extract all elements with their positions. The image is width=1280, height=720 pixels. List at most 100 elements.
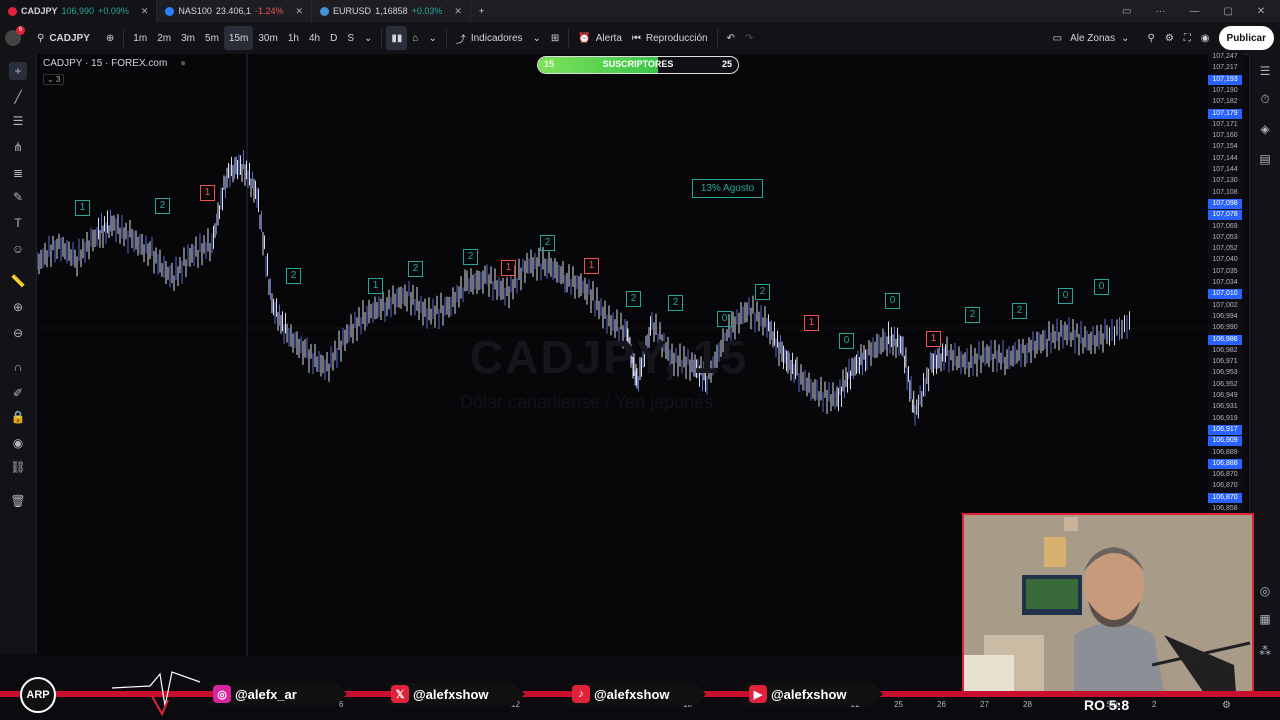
emoji-icon[interactable]: ☺ xyxy=(9,240,27,258)
lock-icon[interactable]: 🔒 xyxy=(9,408,27,426)
price-tick: 107,053 xyxy=(1212,233,1238,241)
screen-icon[interactable]: ▭ xyxy=(1122,6,1131,17)
magnet-icon[interactable]: ∩ xyxy=(9,358,27,376)
eye-icon[interactable]: ◉ xyxy=(9,434,27,452)
pitchfork-icon[interactable]: ⋔ xyxy=(9,138,27,156)
price-tick: 106,870 xyxy=(1212,471,1238,479)
interval-15m[interactable]: 15m xyxy=(223,26,254,50)
price-tick: 106,986 xyxy=(1208,334,1242,345)
wave-label: 2 xyxy=(626,291,641,307)
indicators-button[interactable]: ⤴ Indicadores xyxy=(451,26,528,50)
collapse-toggle[interactable]: ⌄ 3 xyxy=(43,74,65,85)
tab-cadjpy[interactable]: CADJPY 106,990 +0.09% ✕ xyxy=(0,0,158,22)
price-tick: 107,052 xyxy=(1212,245,1238,253)
interval-D[interactable]: D xyxy=(325,26,342,50)
interval-4h[interactable]: 4h xyxy=(304,26,325,50)
interval-1h[interactable]: 1h xyxy=(283,26,304,50)
social-youtube[interactable]: ▶ @alefxshow xyxy=(743,683,883,705)
interval-group: 1m 2m 3m 5m 15m 30m 1h 4h D S xyxy=(128,26,359,50)
chevron-down-icon[interactable]: ⌄ xyxy=(359,26,377,50)
social-handle: @alefxshow xyxy=(771,686,847,702)
symbol-search[interactable]: ⚲ CADJPY xyxy=(32,26,95,50)
social-tiktok[interactable]: ♪ @alefxshow xyxy=(566,683,706,705)
camera-icon[interactable]: ◉ xyxy=(1196,26,1215,50)
lock-drawing-icon[interactable]: ✐ xyxy=(9,384,27,402)
new-tab-icon[interactable]: + xyxy=(471,0,492,22)
flag-icon xyxy=(320,6,330,16)
candles-icon[interactable]: ▮▮ xyxy=(386,26,408,50)
price-tick: 106,919 xyxy=(1212,414,1238,422)
subscribers-label: SUSCRIPTORES xyxy=(602,59,674,69)
search-icon[interactable]: ⚲ xyxy=(1143,26,1160,50)
price-tick: 107,144 xyxy=(1212,154,1238,162)
close-tab-icon[interactable]: ✕ xyxy=(454,6,462,17)
brush-icon[interactable]: ✎ xyxy=(9,188,27,206)
price-tick: 106,953 xyxy=(1212,369,1238,377)
price-tick: 107,040 xyxy=(1212,256,1238,264)
compare-add-icon[interactable]: ⊕ xyxy=(101,26,119,50)
alerts-clock-icon[interactable]: ⏱ xyxy=(1256,90,1274,108)
interval-S[interactable]: S xyxy=(342,26,359,50)
symbol-label: CADJPY xyxy=(49,32,90,44)
chevron-down-icon[interactable]: ⌄ xyxy=(528,26,546,50)
wave-label: 1 xyxy=(368,278,383,294)
signature-logo xyxy=(111,671,201,717)
templates-icon[interactable]: ⊞ xyxy=(546,26,564,50)
wave-label: 2 xyxy=(286,268,301,284)
fib-icon[interactable]: ≣ xyxy=(9,164,27,182)
social-x[interactable]: 𝕏 @alefxshow xyxy=(385,683,525,705)
chevron-down-icon[interactable]: ⌄ xyxy=(423,26,441,50)
tiktok-icon: ♪ xyxy=(572,685,590,703)
wave-label: 2 xyxy=(540,235,555,251)
chart-note[interactable]: 13% Agosto xyxy=(692,179,763,198)
undo-icon[interactable]: ↶ xyxy=(722,26,740,50)
calendar-icon[interactable]: ▦ xyxy=(1256,610,1274,628)
price-tick: 107,193 xyxy=(1208,74,1242,85)
redo-icon[interactable]: ↷ xyxy=(740,26,758,50)
zoom-out-icon[interactable]: ⊖ xyxy=(9,324,27,342)
crosshair-icon[interactable]: + xyxy=(9,62,27,80)
more-icon[interactable]: ··· xyxy=(1155,6,1165,17)
interval-5m[interactable]: 5m xyxy=(200,26,224,50)
publish-button[interactable]: Publicar xyxy=(1218,26,1274,50)
social-instagram[interactable]: ◎ @alefx_ar xyxy=(207,683,347,705)
price-axis[interactable]: 107,247 107,217 107,193 107,190 107,182 107,1… xyxy=(1208,52,1242,512)
interval-2m[interactable]: 2m xyxy=(152,26,176,50)
close-tab-icon[interactable]: ✕ xyxy=(296,6,304,17)
interval-3m[interactable]: 3m xyxy=(176,26,200,50)
chat-icon[interactable]: ▤ xyxy=(1256,150,1274,168)
replay-button[interactable]: ⏮ Reproducción xyxy=(627,26,713,50)
interval-1m[interactable]: 1m xyxy=(128,26,152,50)
link-icon[interactable]: ⛓ xyxy=(9,458,27,476)
target-icon[interactable]: ◎ xyxy=(1256,582,1274,600)
tab-nas100[interactable]: NAS100 23.406,1 -1.24% ✕ xyxy=(157,0,313,22)
wave-label: 0 xyxy=(1094,279,1109,295)
horizontal-lines-icon[interactable]: ☰ xyxy=(9,112,27,130)
watchlist-icon[interactable]: ☰ xyxy=(1256,62,1274,80)
close-tab-icon[interactable]: ✕ xyxy=(141,6,149,17)
interval-30m[interactable]: 30m xyxy=(253,26,282,50)
settings-icon[interactable]: ⚙ xyxy=(1160,26,1179,50)
apps-grid-icon[interactable]: ⁂ xyxy=(1256,642,1274,660)
search-icon: ⚲ xyxy=(37,32,45,44)
ruler-icon[interactable]: 📏 xyxy=(9,272,27,290)
tab-change: -1.24% xyxy=(254,6,284,16)
trend-line-icon[interactable]: ╱ xyxy=(9,88,27,106)
settings-icon[interactable]: ⚙ xyxy=(1222,700,1231,711)
alert-button[interactable]: ⏰ Alerta xyxy=(573,26,627,50)
avatar[interactable]: 6 xyxy=(0,26,32,50)
tab-price: 23.406,1 xyxy=(215,6,251,16)
close-window-icon[interactable]: ✕ xyxy=(1257,6,1265,17)
text-icon[interactable]: T xyxy=(9,214,27,232)
tab-symbol: CADJPY xyxy=(21,6,58,16)
maximize-icon[interactable]: ▢ xyxy=(1223,6,1232,17)
alarm-icon: ⏰ xyxy=(578,32,591,44)
tab-eurusd[interactable]: EURUSD 1,16858 +0.03% ✕ xyxy=(312,0,471,22)
fullscreen-icon[interactable]: ⛶ xyxy=(1179,26,1196,50)
chart-type-icon[interactable]: ⌂ xyxy=(407,26,423,50)
zoom-in-icon[interactable]: ⊕ xyxy=(9,298,27,316)
layers-icon[interactable]: ◈ xyxy=(1256,120,1274,138)
trash-icon[interactable]: 🗑 xyxy=(9,492,27,510)
layout-button[interactable]: ▭ Ale Zonas ⌄ xyxy=(1048,26,1135,50)
minimize-icon[interactable]: — xyxy=(1189,6,1199,17)
